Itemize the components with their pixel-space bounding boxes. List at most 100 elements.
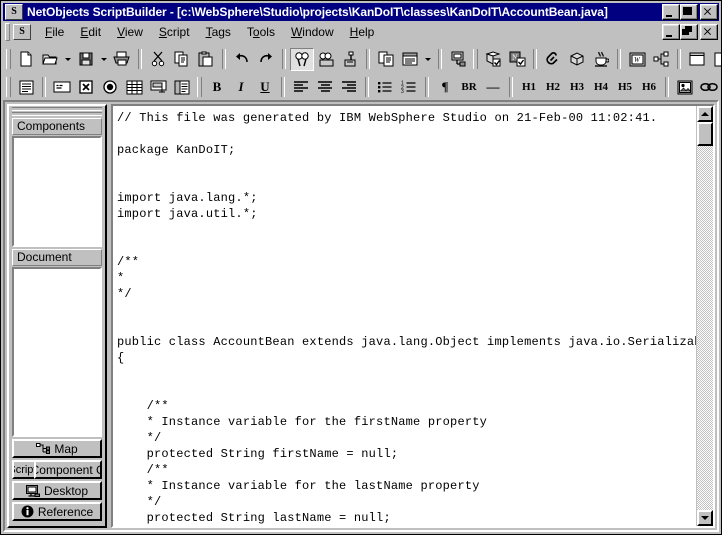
scroll-up-button[interactable] xyxy=(697,106,713,122)
spellcheck-button[interactable]: N xyxy=(505,48,529,71)
toolbar-separator xyxy=(365,77,369,97)
toolbar-separator xyxy=(138,49,142,69)
undo-button[interactable] xyxy=(230,48,254,71)
redo-button[interactable] xyxy=(254,48,278,71)
source-code[interactable]: // This file was generated by IBM WebSph… xyxy=(117,110,696,526)
save-button[interactable] xyxy=(74,48,98,71)
toolbar-grip[interactable] xyxy=(197,77,202,97)
frame-button[interactable] xyxy=(170,76,194,99)
sidebar-item-label: Component G xyxy=(34,462,102,477)
chevron-down-icon xyxy=(101,57,107,61)
mdi-close-button[interactable] xyxy=(700,24,718,40)
browser-preview-button[interactable] xyxy=(398,48,422,71)
heading-1-button[interactable]: H1 xyxy=(517,76,541,99)
maximize-button[interactable] xyxy=(680,4,698,20)
heading-icon: H3 xyxy=(569,81,585,93)
browser-preview-dropdown[interactable] xyxy=(422,48,434,71)
align-left-button[interactable] xyxy=(289,76,313,99)
heading-5-button[interactable]: H5 xyxy=(613,76,637,99)
document-icon[interactable]: S xyxy=(13,24,31,40)
save-dropdown[interactable] xyxy=(98,48,110,71)
radio-button[interactable] xyxy=(98,76,122,99)
format-toolbar: B I U 123 ¶ BR — H1 H2 H3 H4 H5 H6 xyxy=(3,74,719,100)
open-file-dropdown[interactable] xyxy=(62,48,74,71)
new-file-button[interactable] xyxy=(14,48,38,71)
numbered-list-button[interactable]: 123 xyxy=(397,76,421,99)
package-button[interactable] xyxy=(565,48,589,71)
sidebar-item-map[interactable]: Map xyxy=(12,439,102,458)
java-button[interactable] xyxy=(589,48,613,71)
sidebar-item-reference[interactable]: Reference xyxy=(12,502,102,521)
form-button[interactable] xyxy=(146,76,170,99)
object-link-button[interactable] xyxy=(649,48,673,71)
heading-4-button[interactable]: H4 xyxy=(589,76,613,99)
publish-button[interactable] xyxy=(446,48,470,71)
toolbar-separator xyxy=(509,77,513,97)
new-window-button[interactable] xyxy=(685,48,709,71)
italic-button[interactable]: I xyxy=(229,76,253,99)
preview-button[interactable] xyxy=(374,48,398,71)
horizontal-rule-button[interactable]: — xyxy=(481,76,505,99)
insert-link-button[interactable] xyxy=(697,76,721,99)
sidebar-item-component-gallery[interactable]: Component G xyxy=(34,460,102,479)
bullet-list-button[interactable] xyxy=(373,76,397,99)
checkbox-button[interactable] xyxy=(74,76,98,99)
copy-button[interactable] xyxy=(170,48,194,71)
paste-button[interactable] xyxy=(194,48,218,71)
menu-item-help[interactable]: Help xyxy=(342,23,383,41)
sidebar-splitter[interactable] xyxy=(12,107,102,111)
replace-button[interactable] xyxy=(338,48,362,71)
validate-button[interactable] xyxy=(481,48,505,71)
heading-3-button[interactable]: H3 xyxy=(565,76,589,99)
paragraph-mark-button[interactable]: ¶ xyxy=(433,76,457,99)
menu-item-edit[interactable]: Edit xyxy=(72,23,109,41)
mdi-restore-button[interactable] xyxy=(680,24,698,40)
cut-button[interactable] xyxy=(146,48,170,71)
align-center-button[interactable] xyxy=(313,76,337,99)
sidebar-splitter[interactable] xyxy=(12,112,102,116)
toolbar-grip[interactable] xyxy=(473,49,478,69)
paragraph-style-button[interactable] xyxy=(14,76,38,99)
document-pane-header: Document xyxy=(12,249,102,266)
menu-bar: S File Edit View Script Tags Tools Windo… xyxy=(3,22,719,42)
editor-vertical-scrollbar[interactable] xyxy=(696,106,713,526)
mdi-minimize-button[interactable] xyxy=(662,24,680,40)
sidebar-item-desktop[interactable]: Desktop xyxy=(12,481,102,500)
heading-6-button[interactable]: H6 xyxy=(637,76,661,99)
insert-image-tag-button[interactable] xyxy=(673,76,697,99)
menu-item-tags[interactable]: Tags xyxy=(198,23,239,41)
menu-item-tools[interactable]: Tools xyxy=(239,23,283,41)
document-pane-body[interactable] xyxy=(12,267,102,437)
components-pane-body[interactable] xyxy=(12,136,102,247)
menu-item-script[interactable]: Script xyxy=(151,23,198,41)
bold-button[interactable]: B xyxy=(205,76,229,99)
line-break-button[interactable]: BR xyxy=(457,76,481,99)
scroll-thumb[interactable] xyxy=(697,122,713,146)
minimize-button[interactable] xyxy=(662,4,680,20)
toolbar-grip[interactable] xyxy=(6,77,11,97)
code-text-area[interactable]: // This file was generated by IBM WebSph… xyxy=(113,106,696,526)
heading-2-button[interactable]: H2 xyxy=(541,76,565,99)
text-field-button[interactable] xyxy=(50,76,74,99)
site-map-icon xyxy=(36,443,51,454)
menu-item-window[interactable]: Window xyxy=(283,23,342,41)
bold-icon: B xyxy=(212,79,222,94)
menu-item-file[interactable]: File xyxy=(37,23,72,41)
new-document-button[interactable] xyxy=(709,48,721,71)
menu-grip[interactable] xyxy=(5,23,10,41)
align-right-button[interactable] xyxy=(337,76,361,99)
toolbar-separator xyxy=(665,77,669,97)
print-button[interactable] xyxy=(110,48,134,71)
find-next-button[interactable] xyxy=(314,48,338,71)
underline-button[interactable]: U xyxy=(253,76,277,99)
table-button[interactable] xyxy=(122,76,146,99)
find-button[interactable] xyxy=(290,47,314,71)
toolbar-grip[interactable] xyxy=(6,49,11,69)
menu-item-view[interactable]: View xyxy=(109,23,151,41)
scroll-down-icon xyxy=(701,516,709,520)
attach-button[interactable] xyxy=(541,48,565,71)
script-wizard-button[interactable]: W xyxy=(625,48,649,71)
close-button[interactable] xyxy=(700,4,718,20)
open-file-button[interactable] xyxy=(38,48,62,71)
scroll-down-button[interactable] xyxy=(697,510,713,526)
